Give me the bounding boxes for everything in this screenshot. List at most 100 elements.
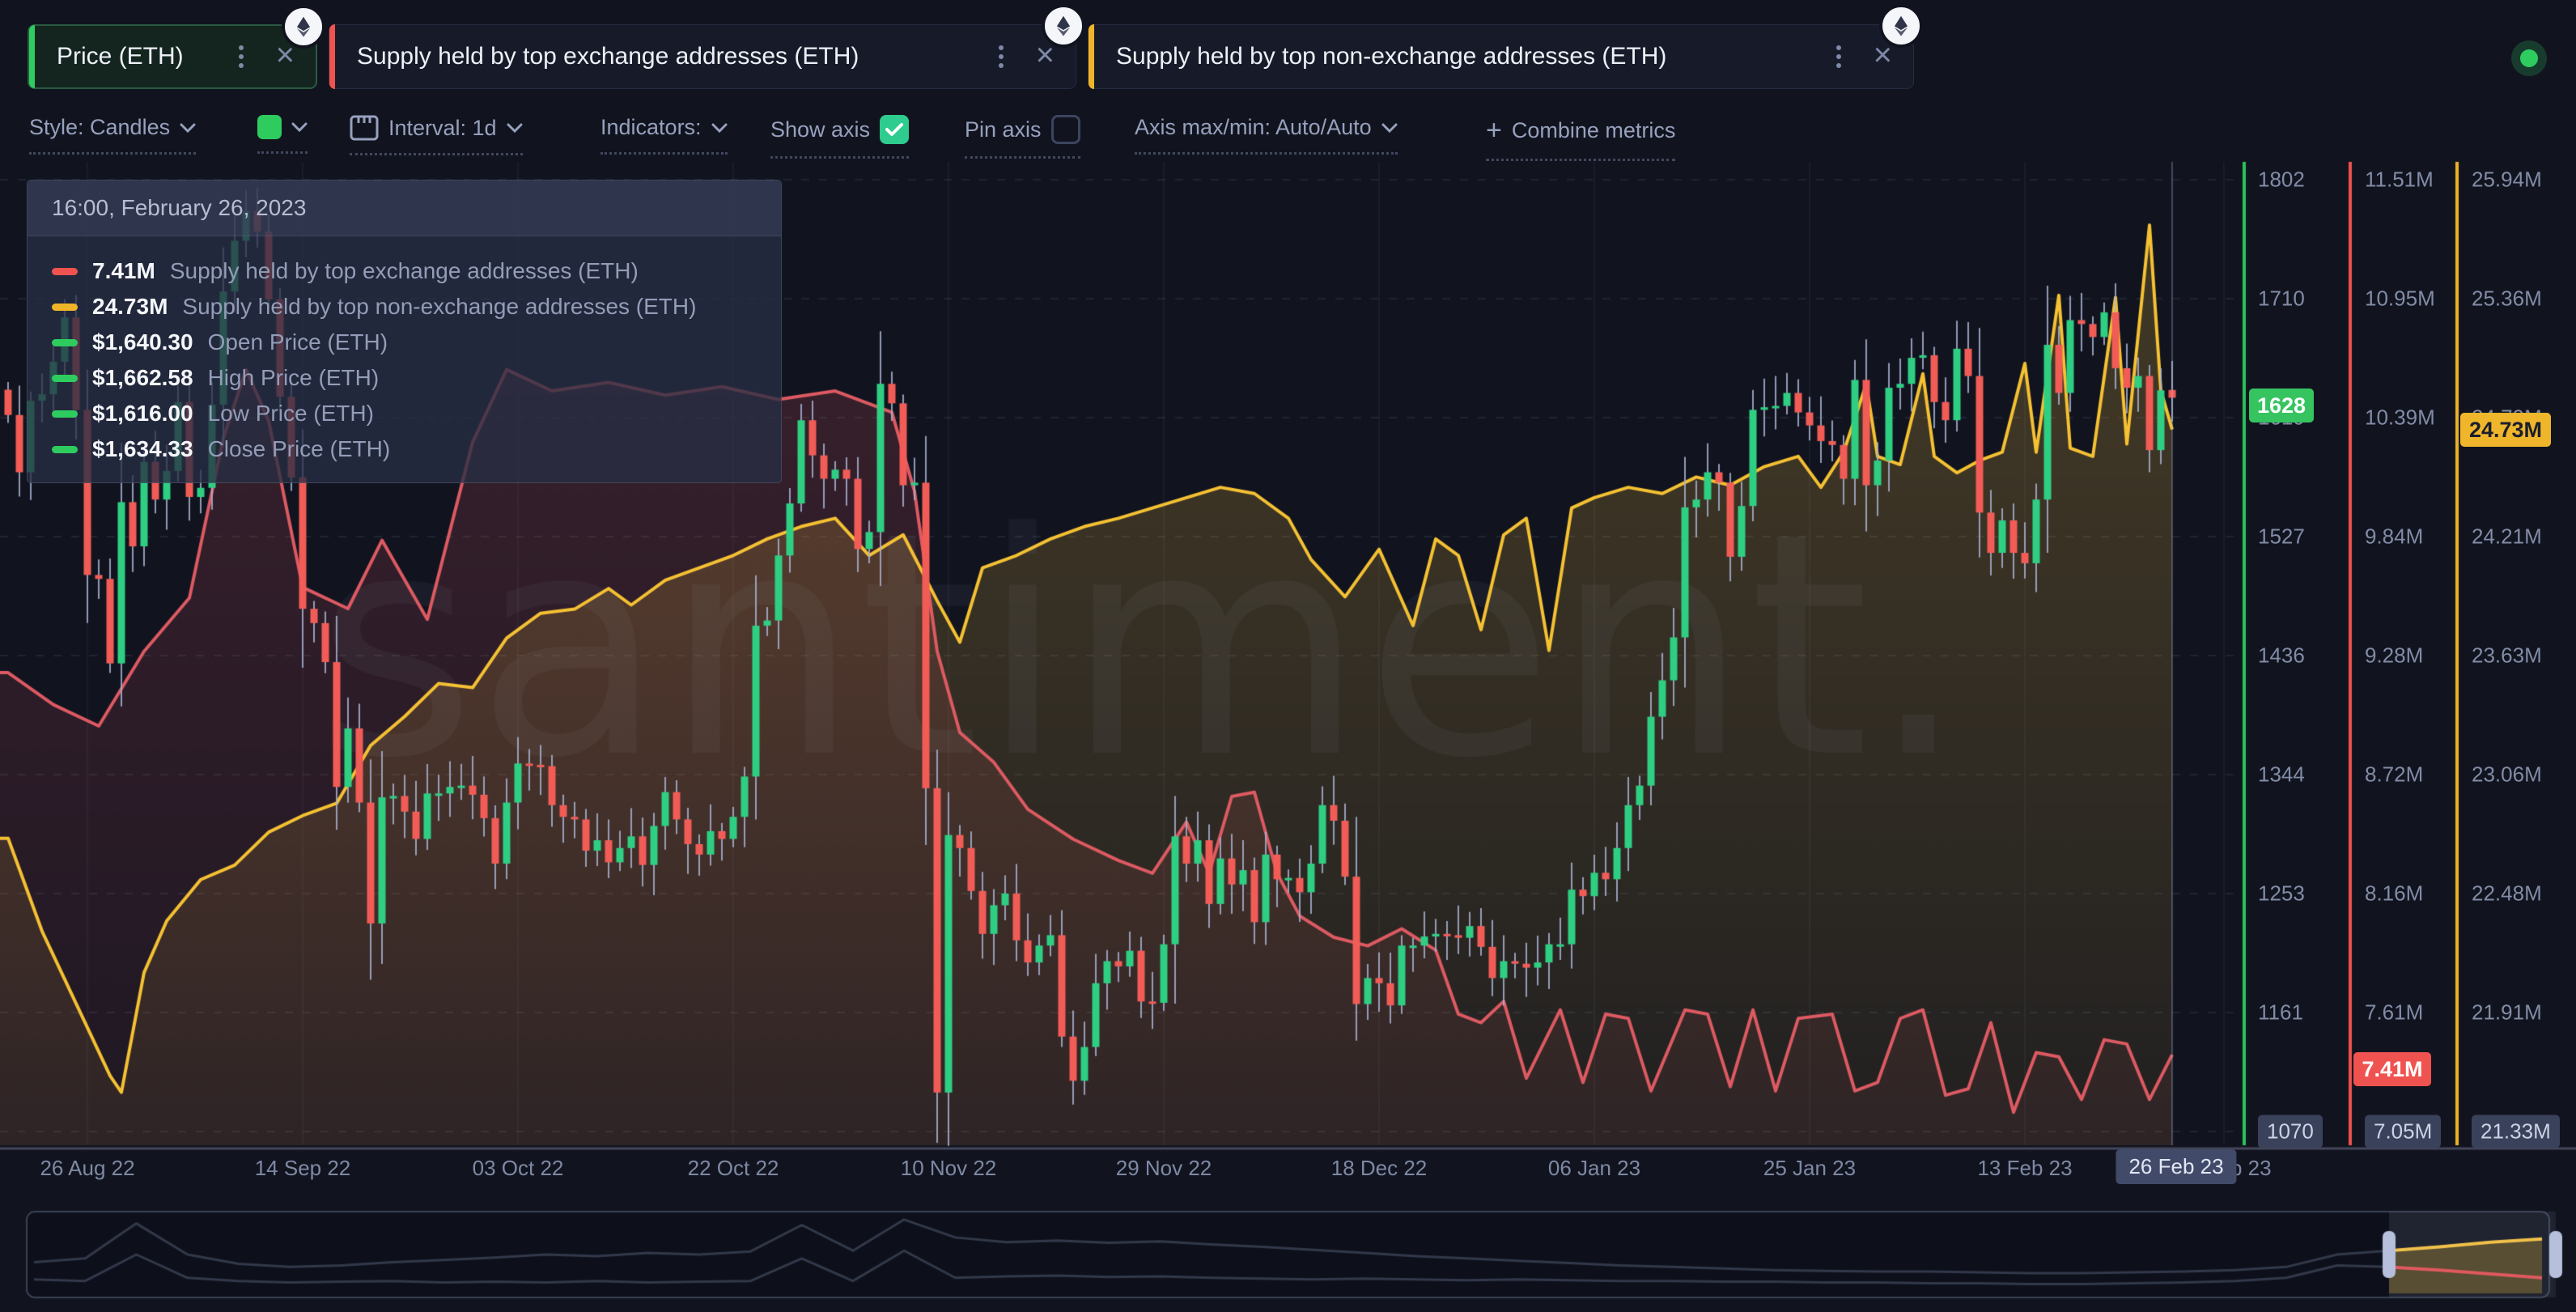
x-axis-date-label: 26 Aug 22 bbox=[40, 1156, 135, 1180]
ethereum-icon bbox=[1042, 4, 1085, 48]
tab-price[interactable]: Price (ETH) × bbox=[28, 5, 325, 89]
y-axis-exchange-tick-label: 7.61M bbox=[2365, 1000, 2424, 1025]
y-axis-price-tick-label: 1070 bbox=[2258, 1115, 2323, 1149]
axis-maxmin-label: Axis max/min: Auto/Auto bbox=[1135, 115, 1372, 139]
indicators-selector[interactable]: Indicators: bbox=[601, 115, 728, 155]
chevron-down-icon bbox=[1381, 123, 1398, 133]
interval-icon bbox=[350, 115, 379, 141]
y-axis-price-tick-label: 1436 bbox=[2258, 643, 2305, 668]
series-dash-icon bbox=[52, 338, 78, 346]
indicators-label: Indicators: bbox=[601, 115, 702, 139]
tab-exchange-supply[interactable]: Supply held by top exchange addresses (E… bbox=[329, 4, 1085, 89]
y-axis-exchange-tick-label: 8.72M bbox=[2365, 762, 2424, 787]
interval-label: Interval: 1d bbox=[388, 115, 497, 140]
interval-selector[interactable]: Interval: 1d bbox=[350, 115, 523, 155]
tooltip-value: 24.73M bbox=[92, 294, 168, 319]
y-axis-non_exchange-tick-label: 21.33M bbox=[2472, 1115, 2560, 1149]
tooltip-value: $1,662.58 bbox=[92, 365, 193, 390]
x-axis-date-label: 03 Oct 22 bbox=[472, 1156, 564, 1180]
series-dash-icon bbox=[52, 267, 78, 275]
series-dash-icon bbox=[52, 303, 78, 311]
y-axis-exchange-tick-label: 8.16M bbox=[2365, 881, 2424, 906]
kebab-menu-icon[interactable] bbox=[238, 54, 244, 59]
checkbox-unchecked-icon[interactable] bbox=[1050, 115, 1080, 144]
show-axis-toggle[interactable]: Show axis bbox=[770, 115, 910, 159]
y-axis-non_exchange-tick-label: 21.91M bbox=[2472, 1000, 2542, 1025]
y-axis-price-tick-label: 1527 bbox=[2258, 524, 2305, 549]
x-axis-date-label: 22 Oct 22 bbox=[687, 1156, 779, 1180]
tooltip-series-label: Supply held by top exchange addresses (E… bbox=[169, 258, 639, 283]
y-axis-exchange-tick-label: 10.39M bbox=[2365, 405, 2435, 430]
series-dash-icon bbox=[52, 445, 78, 453]
y-axis-price-tick-label: 1161 bbox=[2258, 1000, 2303, 1025]
plus-icon: + bbox=[1486, 115, 1502, 146]
y-axis-non_exchange-tick-label: 23.06M bbox=[2472, 762, 2542, 787]
x-axis-date-label: 29 Nov 22 bbox=[1115, 1156, 1212, 1180]
tab-color-bar bbox=[329, 24, 335, 89]
tooltip-series-label: Close Price (ETH) bbox=[207, 436, 391, 461]
y-axis-non_exchange-tick-label: 23.63M bbox=[2472, 643, 2542, 668]
series-dash-icon bbox=[52, 410, 78, 418]
tooltip-row: $1,640.30 Open Price (ETH) bbox=[52, 329, 757, 356]
tooltip-row: $1,662.58 High Price (ETH) bbox=[52, 364, 757, 392]
y-axis-non_exchange-tick-label: 22.48M bbox=[2472, 881, 2542, 906]
style-label: Style: Candles bbox=[29, 115, 171, 139]
chevron-down-icon bbox=[291, 122, 308, 132]
chevron-down-icon bbox=[711, 123, 728, 133]
tab-label: Price (ETH) bbox=[57, 43, 184, 70]
y-axis-exchange-tick-label: 9.84M bbox=[2365, 524, 2424, 549]
pin-axis-label: Pin axis bbox=[965, 117, 1042, 142]
ethereum-icon bbox=[1879, 4, 1923, 48]
color-picker[interactable] bbox=[257, 115, 308, 154]
style-selector[interactable]: Style: Candles bbox=[29, 115, 197, 155]
x-axis-date-label: 25 Jan 23 bbox=[1763, 1156, 1857, 1180]
current-nonexchange-badge: 24.73M bbox=[2460, 413, 2551, 447]
kebab-menu-icon[interactable] bbox=[1835, 54, 1841, 59]
tooltip-rows: 7.41M Supply held by top exchange address… bbox=[28, 236, 781, 482]
y-axis-price-tick-label: 1802 bbox=[2258, 167, 2305, 192]
tooltip-row: 7.41M Supply held by top exchange address… bbox=[52, 257, 757, 285]
y-axis-exchange-tick-label: 9.28M bbox=[2365, 643, 2424, 668]
x-axis-date-label: 06 Jan 23 bbox=[1547, 1156, 1641, 1180]
tooltip-series-label: High Price (ETH) bbox=[207, 365, 380, 390]
axis-maxmin-selector[interactable]: Axis max/min: Auto/Auto bbox=[1135, 115, 1398, 155]
y-axis-non_exchange-tick-label: 25.36M bbox=[2472, 286, 2542, 311]
series-dash-icon bbox=[52, 374, 78, 382]
chevron-down-icon bbox=[180, 123, 196, 133]
tooltip-value: $1,616.00 bbox=[92, 401, 193, 426]
combine-metrics-button[interactable]: + Combine metrics bbox=[1486, 115, 1676, 161]
tooltip-row: $1,634.33 Close Price (ETH) bbox=[52, 435, 757, 463]
ethereum-icon bbox=[282, 5, 325, 49]
y-axis-price-tick-label: 1253 bbox=[2258, 881, 2305, 906]
pin-axis-toggle[interactable]: Pin axis bbox=[965, 115, 1080, 159]
combine-metrics-label: Combine metrics bbox=[1511, 118, 1676, 142]
tab-color-bar bbox=[1089, 24, 1094, 89]
y-axis-non_exchange-tick-label: 24.21M bbox=[2472, 524, 2542, 549]
chevron-down-icon bbox=[507, 123, 523, 133]
current-price-badge: 1628 bbox=[2249, 389, 2314, 422]
x-axis-date-label: 18 Dec 22 bbox=[1330, 1156, 1428, 1180]
x-axis-date-label: 10 Nov 22 bbox=[900, 1156, 997, 1180]
x-axis-date-label: 14 Sep 22 bbox=[254, 1156, 351, 1180]
y-axis-non_exchange-tick-label: 25.94M bbox=[2472, 167, 2542, 192]
y-axis-exchange-tick-label: 10.95M bbox=[2365, 286, 2435, 311]
x-axis-date-label: 13 Feb 23 bbox=[1977, 1156, 2073, 1180]
show-axis-label: Show axis bbox=[770, 117, 871, 142]
y-axis-price-tick-label: 1710 bbox=[2258, 286, 2305, 311]
tab-label: Supply held by top exchange addresses (E… bbox=[357, 43, 859, 70]
tooltip-value: $1,640.30 bbox=[92, 329, 193, 355]
color-swatch[interactable] bbox=[257, 115, 282, 139]
kebab-menu-icon[interactable] bbox=[998, 54, 1004, 59]
tab-nonexchange-supply[interactable]: Supply held by top non-exchange addresse… bbox=[1088, 4, 1923, 89]
live-status-dot bbox=[2520, 49, 2538, 67]
current-exchange-badge: 7.41M bbox=[2353, 1052, 2431, 1086]
live-status-icon[interactable] bbox=[2511, 40, 2547, 76]
tooltip-row: 24.73M Supply held by top non-exchange ad… bbox=[52, 293, 757, 321]
tooltip-value: $1,634.33 bbox=[92, 436, 193, 461]
checkbox-checked-icon[interactable] bbox=[880, 115, 910, 144]
tooltip-timestamp: 16:00, February 26, 2023 bbox=[28, 180, 781, 236]
y-axis-exchange-tick-label: 7.05M bbox=[2365, 1115, 2442, 1149]
tooltip-series-label: Low Price (ETH) bbox=[207, 401, 374, 426]
tooltip-series-label: Open Price (ETH) bbox=[207, 329, 388, 355]
chart-tooltip: 16:00, February 26, 2023 7.41M Supply hel… bbox=[27, 180, 782, 483]
